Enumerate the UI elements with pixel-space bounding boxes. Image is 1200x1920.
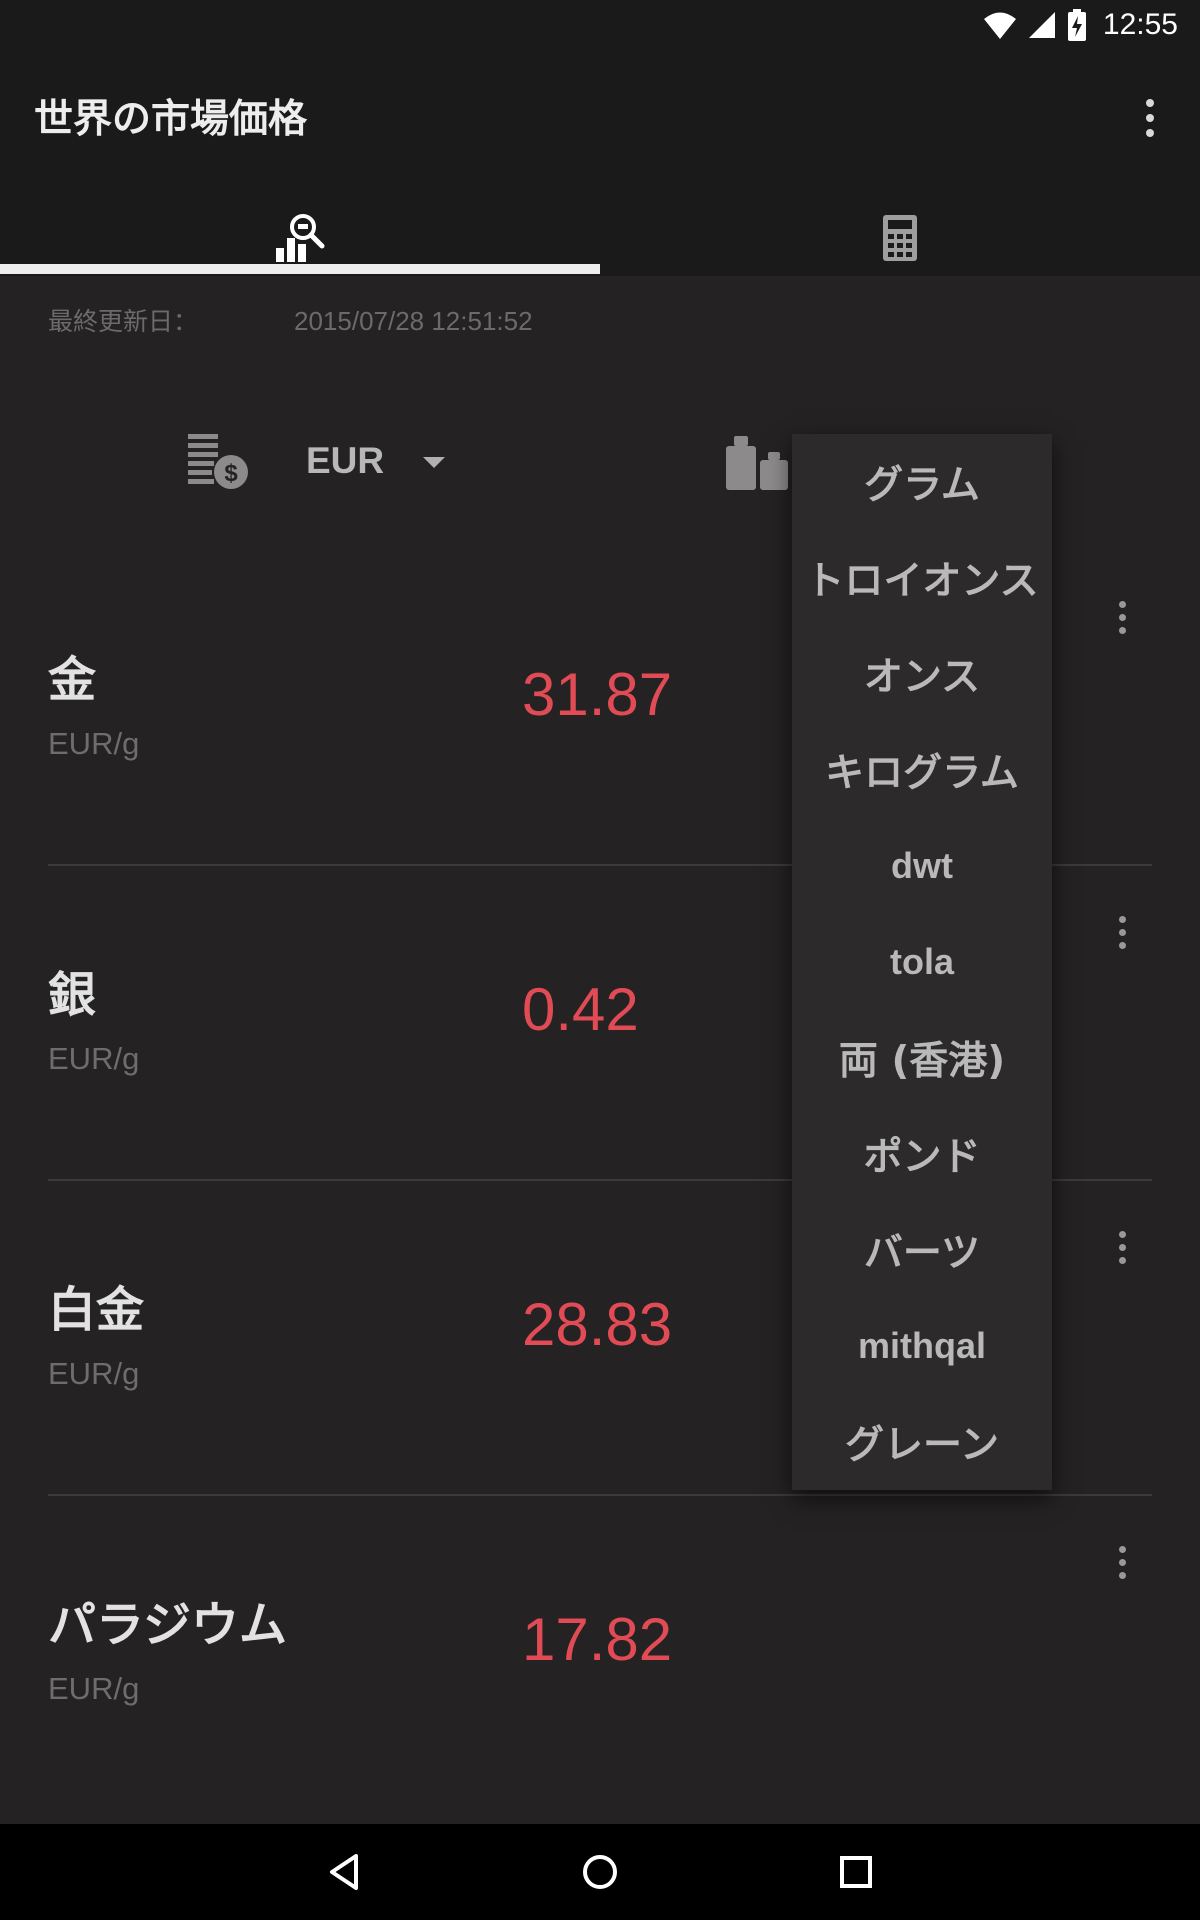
overflow-menu-button[interactable] [1126, 90, 1174, 146]
coins-dollar-icon: $ [186, 432, 250, 496]
app-title: 世界の市場価格 [34, 97, 308, 142]
back-icon [330, 1854, 358, 1890]
weight-unit-dropdown: グラム トロイオンス オンス キログラム dwt tola 両 (香港) ポンド… [792, 434, 1052, 1490]
dropdown-item-dwt[interactable]: dwt [792, 818, 1052, 914]
overflow-dot [1146, 99, 1154, 107]
metal-price: 0.42 [522, 976, 639, 1043]
metal-unit: EUR/g [48, 1356, 140, 1391]
overflow-dot [1146, 129, 1154, 137]
svg-text:$: $ [224, 460, 238, 487]
recents-icon [840, 1856, 872, 1888]
back-button[interactable] [314, 1842, 374, 1902]
weights-icon[interactable] [724, 434, 788, 496]
metal-name: パラジウム [48, 1597, 288, 1653]
status-bar: 12:55 [0, 0, 1200, 50]
last-updated-value: 2015/07/28 12:51:52 [294, 306, 533, 336]
chart-search-icon [276, 214, 325, 262]
currency-select[interactable]: EUR [306, 440, 384, 482]
navigation-bar [0, 1824, 1200, 1920]
dropdown-item-mithqal[interactable]: mithqal [792, 1298, 1052, 1394]
calculator-icon [883, 215, 917, 261]
status-icons: 12:55 [983, 0, 1178, 50]
battery-charging-icon [1067, 9, 1086, 41]
app-bar: 世界の市場価格 [0, 50, 1200, 276]
overflow-dot [1146, 114, 1154, 122]
metal-price: 17.82 [522, 1606, 673, 1673]
row-menu-button[interactable] [1112, 907, 1132, 957]
metal-name: 白金 [48, 1282, 145, 1338]
dropdown-item-troy-ounce[interactable]: トロイオンス [792, 530, 1052, 626]
row-menu-button[interactable] [1112, 1222, 1132, 1272]
divider [48, 1494, 1152, 1496]
dropdown-item-grain[interactable]: グレーン [792, 1394, 1052, 1490]
dropdown-item-pound[interactable]: ポンド [792, 1106, 1052, 1202]
dropdown-item-baht[interactable]: バーツ [792, 1202, 1052, 1298]
dropdown-item-tael-hk[interactable]: 両 (香港) [792, 1010, 1052, 1106]
dropdown-item-gram[interactable]: グラム [792, 434, 1052, 530]
metal-name: 銀 [48, 967, 97, 1023]
metal-price: 28.83 [522, 1291, 673, 1358]
currency-dropdown-arrow-icon[interactable] [423, 457, 445, 468]
metal-name: 金 [48, 652, 97, 708]
cellular-signal-icon [1028, 12, 1055, 38]
metal-price: 31.87 [522, 661, 673, 728]
home-icon [583, 1855, 617, 1889]
dropdown-item-tola[interactable]: tola [792, 914, 1052, 1010]
wifi-icon [983, 12, 1016, 39]
status-time: 12:55 [1102, 8, 1178, 41]
metal-row-palladium[interactable]: パラジウム EUR/g 17.82 [48, 1497, 1152, 1811]
row-menu-button[interactable] [1112, 1537, 1132, 1587]
row-menu-button[interactable] [1112, 592, 1132, 642]
tab-indicator [0, 264, 600, 274]
tab-calculator[interactable] [600, 200, 1200, 276]
recents-button[interactable] [826, 1842, 886, 1902]
dropdown-item-ounce[interactable]: オンス [792, 626, 1052, 722]
metal-unit: EUR/g [48, 1041, 140, 1076]
dropdown-item-kilogram[interactable]: キログラム [792, 722, 1052, 818]
last-updated-label: 最終更新日： [48, 307, 199, 336]
metal-unit: EUR/g [48, 1671, 140, 1706]
home-button[interactable] [570, 1842, 630, 1902]
metal-unit: EUR/g [48, 726, 140, 761]
